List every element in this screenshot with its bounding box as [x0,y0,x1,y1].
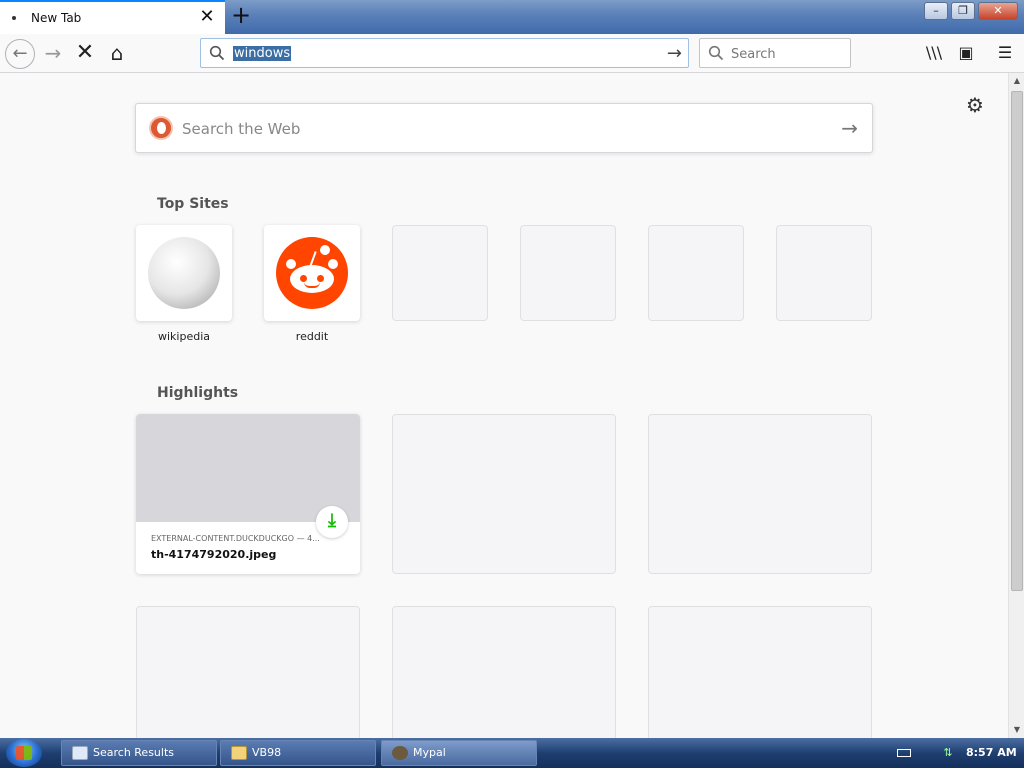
top-sites-heading: Top Sites [157,196,229,212]
web-search-box[interactable]: Search the Web → [135,103,873,153]
settings-gear-icon[interactable]: ⚙ [966,93,984,117]
highlight-empty [648,606,872,738]
top-site-empty [776,225,872,321]
restore-button[interactable]: ❐ [951,2,975,20]
top-site-label: wikipedia [157,330,210,343]
tab-new-tab[interactable]: New Tab ✕ [0,0,225,34]
highlight-empty [392,414,616,574]
taskbar-item-mypal[interactable]: Mypal [381,740,537,766]
url-input[interactable]: windows [233,46,292,61]
network-icon[interactable]: ⇅ [941,746,955,760]
taskbar-item-label: Mypal [413,746,446,759]
top-site-empty [648,225,744,321]
forward-button[interactable]: → [38,39,68,69]
window-controls: – ❐ ✕ [924,2,1018,20]
mypal-icon [392,746,408,760]
go-arrow-icon[interactable]: → [667,43,682,64]
highlight-card[interactable]: ⤓ EXTERNAL-CONTENT.DUCKDUCKGO — 4... th-… [136,414,360,574]
start-button[interactable] [6,739,42,767]
loading-indicator-icon [12,16,16,20]
scroll-up-icon[interactable]: ▲ [1009,73,1024,89]
tab-close-icon[interactable]: ✕ [198,7,216,27]
taskbar-item-search-results[interactable]: Search Results [61,740,217,766]
document-icon [72,746,88,760]
taskbar-item-vb98[interactable]: VB98 [220,740,376,766]
highlight-empty [136,606,360,738]
top-site-empty [520,225,616,321]
back-button[interactable]: ← [5,39,35,69]
duckduckgo-logo-icon [149,116,173,140]
folder-icon [231,746,247,760]
scrollbar-thumb[interactable] [1011,91,1023,591]
keyboard-icon[interactable] [897,749,911,757]
sidebar-icon[interactable]: ▣ [955,43,977,65]
close-window-button[interactable]: ✕ [978,2,1018,20]
highlight-empty [392,606,616,738]
scroll-down-icon[interactable]: ▼ [1009,722,1024,738]
tab-strip: New Tab ✕ + – ❐ ✕ [0,0,1024,34]
new-tab-button[interactable]: + [229,3,253,28]
stop-button[interactable]: ✕ [70,39,100,69]
reddit-logo-icon [276,237,348,309]
taskbar-item-label: Search Results [93,746,175,759]
menu-icon[interactable]: ☰ [994,43,1016,65]
top-site-reddit[interactable] [264,225,360,321]
search-icon [708,45,724,61]
highlight-empty [648,414,872,574]
search-input[interactable]: Search [731,47,776,62]
search-bar[interactable]: Search [699,38,851,68]
tab-title: New Tab [31,11,82,25]
wikipedia-logo-icon [148,237,220,309]
top-site-wikipedia[interactable] [136,225,232,321]
highlights-heading: Highlights [157,385,239,401]
top-site-empty [392,225,488,321]
highlight-source: EXTERNAL-CONTENT.DUCKDUCKGO — 4... [151,534,320,543]
new-tab-page: ⚙ Search the Web → Top Sites wikipedia r… [0,73,1008,738]
home-button[interactable]: ⌂ [102,39,132,69]
navigation-toolbar: ← → ✕ ⌂ windows → Search \\\ ▣ ☰ [0,34,1024,73]
taskbar-item-label: VB98 [252,746,282,759]
top-site-label: reddit [295,330,329,343]
library-icon[interactable]: \\\ [923,43,945,65]
highlight-title: th-4174792020.jpeg [151,548,277,561]
url-bar[interactable]: windows → [200,38,689,68]
search-icon [209,45,225,61]
clock[interactable]: 8:57 AM [966,746,1017,759]
taskbar: Search Results VB98 Mypal ⇅ 8:57 AM [0,738,1024,768]
web-search-go-icon[interactable]: → [841,116,858,140]
vertical-scrollbar[interactable]: ▲ ▼ [1008,73,1024,738]
web-search-input[interactable]: Search the Web [182,120,300,138]
minimize-button[interactable]: – [924,2,948,20]
windows-logo-icon [16,746,32,760]
